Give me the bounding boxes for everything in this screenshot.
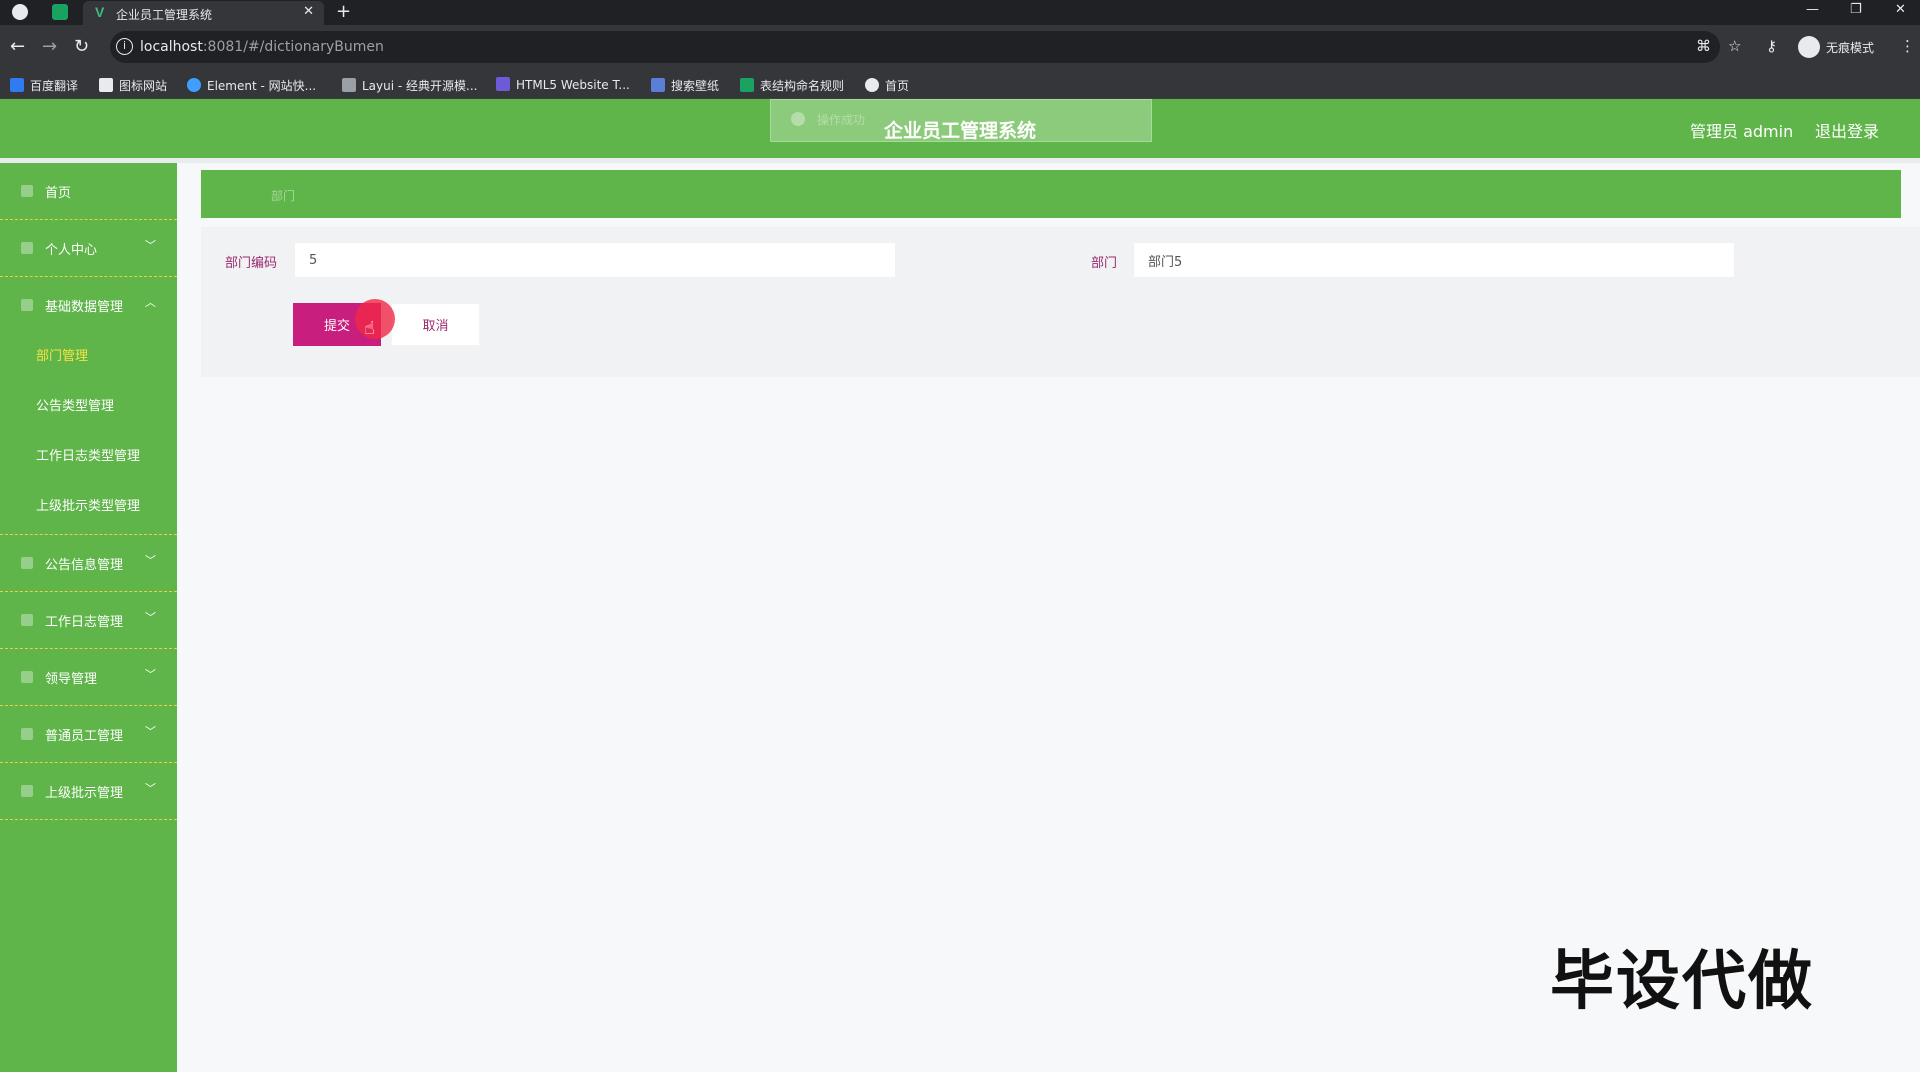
address-bar: ← → ↻ i localhost:8081/#/dictionaryBumen… xyxy=(0,25,1920,69)
sidebar-subitem-notice-type[interactable]: 公告类型管理 xyxy=(36,395,114,414)
grid-icon xyxy=(21,299,33,311)
restore-icon[interactable]: ❐ xyxy=(1850,2,1862,17)
current-user: 管理员 admin xyxy=(1690,122,1794,141)
sidebar-item-label: 上级批示管理 xyxy=(45,786,124,801)
sidebar-item-employees[interactable]: 普通员工管理 ﹀ xyxy=(0,706,177,763)
bookmarks-bar: 百度翻译 图标网站 Element - 网站快... Layui - 经典开源模… xyxy=(0,69,1920,99)
breadcrumb[interactable]: 部门 xyxy=(271,187,295,204)
app-header: 操作成功 企业员工管理系统 管理员 admin 退出登录 xyxy=(0,99,1920,158)
bookmark-item[interactable]: 首页 xyxy=(865,77,909,94)
sidebar-item-profile[interactable]: 个人中心 ﹀ xyxy=(0,220,177,277)
log-icon xyxy=(21,614,33,626)
browser-tab-strip: V 企业员工管理系统 ✕ + — ❐ ✕ xyxy=(0,0,1920,25)
sidebar-item-label: 普通员工管理 xyxy=(45,729,124,744)
department-code-input[interactable] xyxy=(294,242,896,278)
sidebar-item-label: 公告信息管理 xyxy=(45,558,124,573)
reload-icon[interactable]: ↻ xyxy=(74,36,89,57)
chevron-down-icon: ﹀ xyxy=(145,239,156,252)
forward-icon[interactable]: → xyxy=(42,36,57,57)
translate-icon xyxy=(10,78,24,92)
wallpaper-icon xyxy=(651,78,665,92)
key-icon[interactable]: ⚷ xyxy=(1766,37,1777,55)
url-text: localhost:8081/#/dictionaryBumen xyxy=(140,39,384,55)
user-icon xyxy=(21,242,33,254)
sidebar-item-approvals[interactable]: 上级批示管理 ﹀ xyxy=(0,763,177,820)
sidebar-subitem-department[interactable]: 部门管理 xyxy=(36,345,88,364)
html5-icon xyxy=(496,77,510,91)
bookmark-item[interactable]: 搜索壁纸 xyxy=(651,77,719,94)
sidebar-item-basic-data[interactable]: 基础数据管理 ︿ 部门管理 公告类型管理 工作日志类型管理 上级批示类型管理 xyxy=(0,277,177,535)
translate-icon[interactable]: ⌘ xyxy=(1696,37,1711,55)
approval-icon xyxy=(21,785,33,797)
hand-cursor-icon: ☝ xyxy=(364,318,375,339)
chevron-down-icon: ﹀ xyxy=(145,668,156,681)
logout-link[interactable]: 退出登录 xyxy=(1815,118,1879,142)
app-title: 企业员工管理系统 xyxy=(883,120,1036,142)
sidebar-item-label: 基础数据管理 xyxy=(45,300,124,315)
incognito-icon[interactable] xyxy=(1798,36,1820,58)
incognito-label: 无痕模式 xyxy=(1826,41,1875,55)
chevron-down-icon: ﹀ xyxy=(145,554,156,567)
browser-tab-active[interactable]: V 企业员工管理系统 ✕ xyxy=(83,1,324,25)
sidebar-item-label: 领导管理 xyxy=(45,672,98,687)
breadcrumb-bar: 部门 xyxy=(201,170,1901,218)
info-icon[interactable]: i xyxy=(116,38,133,55)
watermark: 毕设代做 xyxy=(1550,945,1814,1019)
sidebar-item-worklog[interactable]: 工作日志管理 ﹀ xyxy=(0,592,177,649)
back-icon[interactable]: ← xyxy=(10,36,25,57)
cancel-button[interactable]: 取消 xyxy=(391,303,480,346)
people-icon xyxy=(21,728,33,740)
home-icon xyxy=(21,185,33,197)
bookmark-item[interactable]: Element - 网站快... xyxy=(187,77,316,94)
sidebar-item-home[interactable]: 首页 xyxy=(0,163,177,220)
minimize-icon[interactable]: — xyxy=(1806,2,1819,17)
department-code-label: 部门编码 xyxy=(225,256,278,271)
sidebar-item-label: 首页 xyxy=(45,186,72,201)
header-divider xyxy=(0,158,1920,163)
star-icon[interactable]: ☆ xyxy=(1728,37,1741,55)
sidebar-subitem-worklog-type[interactable]: 工作日志类型管理 xyxy=(36,445,140,464)
sidebar-item-notice[interactable]: 公告信息管理 ﹀ xyxy=(0,535,177,592)
url-field[interactable]: i localhost:8081/#/dictionaryBumen xyxy=(110,31,1720,63)
click-indicator xyxy=(355,299,395,339)
flag-icon xyxy=(99,78,113,92)
notice-icon xyxy=(21,557,33,569)
chevron-down-icon: ﹀ xyxy=(145,611,156,624)
element-icon xyxy=(187,78,201,92)
sidebar-item-leaders[interactable]: 领导管理 ﹀ xyxy=(0,649,177,706)
tab-title: 企业员工管理系统 xyxy=(116,8,213,22)
bookmark-item[interactable]: 百度翻译 xyxy=(10,77,78,94)
menu-dots-icon[interactable]: ⋮ xyxy=(1900,37,1915,55)
sheet-icon xyxy=(740,78,754,92)
department-name-input[interactable] xyxy=(1133,242,1735,278)
window-close-icon[interactable]: ✕ xyxy=(1895,2,1906,17)
chevron-up-icon: ︿ xyxy=(145,296,156,309)
bookmark-item[interactable]: 表结构命名规则 xyxy=(740,77,844,94)
chevron-down-icon: ﹀ xyxy=(145,725,156,738)
vue-icon: V xyxy=(95,4,105,20)
sidebar-item-label: 个人中心 xyxy=(45,243,98,258)
globe-icon xyxy=(865,78,879,92)
layui-icon xyxy=(342,78,356,92)
bookmark-item[interactable]: 图标网站 xyxy=(99,77,167,94)
sheet-icon[interactable] xyxy=(52,4,68,20)
sidebar: 首页 个人中心 ﹀ 基础数据管理 ︿ 部门管理 公告类型管理 工作日志类型管理 … xyxy=(0,163,177,1072)
sidebar-item-label: 工作日志管理 xyxy=(45,615,124,630)
department-name-label: 部门 xyxy=(1091,256,1118,271)
bookmark-item[interactable]: HTML5 Website T... xyxy=(496,77,630,92)
new-tab-icon[interactable]: + xyxy=(336,1,351,22)
chevron-down-icon: ﹀ xyxy=(145,782,156,795)
close-icon[interactable]: ✕ xyxy=(303,4,314,19)
bookmark-item[interactable]: Layui - 经典开源模... xyxy=(342,77,477,94)
globe-icon[interactable] xyxy=(12,4,28,20)
leader-icon xyxy=(21,671,33,683)
sidebar-subitem-approval-type[interactable]: 上级批示类型管理 xyxy=(36,495,140,514)
